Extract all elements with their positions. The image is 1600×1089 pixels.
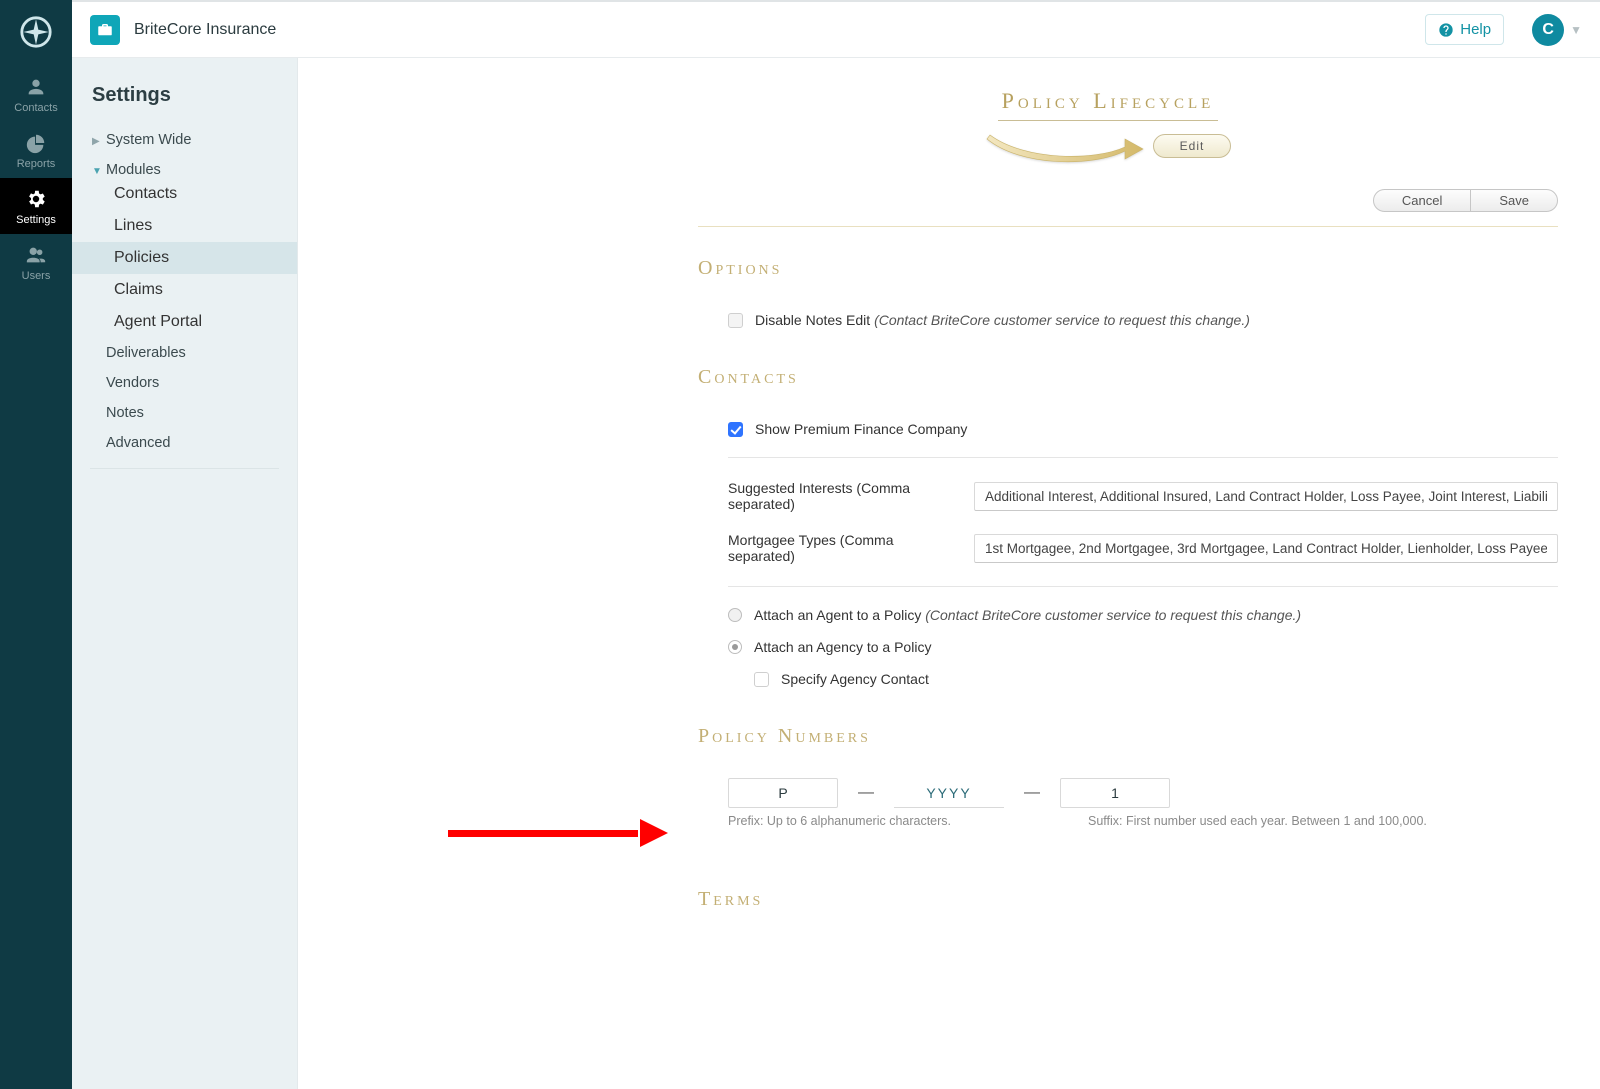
- settings-title: Settings: [72, 76, 297, 125]
- save-button[interactable]: Save: [1470, 189, 1558, 212]
- lifecycle-edit-button[interactable]: Edit: [1153, 134, 1232, 158]
- nav-notes[interactable]: Notes: [72, 398, 297, 428]
- brand-logo: [14, 10, 58, 54]
- section-terms: Terms: [698, 888, 1558, 911]
- policy-lifecycle-header: Policy Lifecycle Edit: [658, 88, 1558, 165]
- disable-notes-hint: (Contact BriteCore customer service to r…: [874, 312, 1250, 328]
- mortgagee-types-label: Mortgagee Types (Comma separated): [728, 532, 958, 564]
- cancel-button[interactable]: Cancel: [1373, 189, 1471, 212]
- policy-prefix-input[interactable]: [728, 778, 838, 808]
- rail-label: Users: [22, 270, 51, 282]
- nav-modules-lines[interactable]: Lines: [72, 210, 297, 242]
- action-row: CancelSave: [698, 189, 1558, 212]
- user-menu[interactable]: C ▼: [1532, 14, 1582, 46]
- settings-nav: Settings ▶System Wide ▼Modules Contacts …: [72, 58, 298, 1089]
- brand-title: BriteCore Insurance: [134, 21, 276, 39]
- briefcase-icon: [90, 15, 120, 45]
- prefix-help: Prefix: Up to 6 alphanumeric characters.: [728, 814, 1088, 828]
- attach-agent-label: Attach an Agent to a Policy: [754, 607, 921, 623]
- nav-advanced[interactable]: Advanced: [72, 428, 297, 458]
- rail-contacts[interactable]: Contacts: [0, 66, 72, 122]
- section-contacts: Contacts: [698, 366, 1558, 389]
- disable-notes-checkbox: [728, 313, 743, 328]
- left-rail: Contacts Reports Settings Users: [0, 0, 72, 1089]
- attach-agent-radio: [728, 608, 742, 622]
- dash-separator: —: [858, 784, 874, 802]
- specify-agency-contact-checkbox[interactable]: [754, 672, 769, 687]
- nav-system-wide[interactable]: ▶System Wide: [72, 125, 297, 155]
- rail-reports[interactable]: Reports: [0, 122, 72, 178]
- show-pfc-checkbox[interactable]: [728, 422, 743, 437]
- chevron-down-icon: ▼: [1570, 23, 1582, 37]
- lifecycle-title: Policy Lifecycle: [998, 88, 1219, 121]
- nav-vendors[interactable]: Vendors: [72, 368, 297, 398]
- specify-agency-contact-label: Specify Agency Contact: [781, 671, 929, 687]
- policy-suffix-input[interactable]: [1060, 778, 1170, 808]
- topbar: BriteCore Insurance Help C ▼: [72, 2, 1600, 58]
- disable-notes-label: Disable Notes Edit: [755, 312, 870, 328]
- caret-down-icon: ▼: [92, 166, 102, 177]
- nav-deliverables[interactable]: Deliverables: [72, 338, 297, 368]
- section-policy-numbers: Policy Numbers: [698, 725, 1558, 748]
- rail-users[interactable]: Users: [0, 234, 72, 290]
- nav-modules-contacts[interactable]: Contacts: [72, 178, 297, 210]
- rail-settings[interactable]: Settings: [0, 178, 72, 234]
- avatar: C: [1532, 14, 1564, 46]
- nav-modules-claims[interactable]: Claims: [72, 274, 297, 306]
- caret-right-icon: ▶: [92, 136, 102, 147]
- suggested-interests-input[interactable]: [974, 482, 1558, 511]
- policy-year-display: YYYY: [894, 779, 1004, 808]
- suggested-interests-label: Suggested Interests (Comma separated): [728, 480, 958, 512]
- show-pfc-label: Show Premium Finance Company: [755, 421, 967, 437]
- help-icon: [1438, 22, 1454, 38]
- annotation-arrow-icon: [448, 821, 668, 845]
- attach-agency-label: Attach an Agency to a Policy: [754, 639, 931, 655]
- rail-label: Settings: [16, 214, 56, 226]
- nav-modules-agent-portal[interactable]: Agent Portal: [72, 306, 297, 338]
- attach-agency-radio[interactable]: [728, 640, 742, 654]
- attach-agent-hint: (Contact BriteCore customer service to r…: [925, 607, 1301, 623]
- content-area: Policy Lifecycle Edit CancelSave Options: [298, 58, 1600, 1089]
- rail-label: Reports: [17, 158, 56, 170]
- rail-label: Contacts: [14, 102, 57, 114]
- mortgagee-types-input[interactable]: [974, 534, 1558, 563]
- arrow-swoosh-icon: [985, 127, 1145, 165]
- section-options: Options: [698, 257, 1558, 280]
- suffix-help: Suffix: First number used each year. Bet…: [1088, 814, 1427, 828]
- nav-modules-policies[interactable]: Policies: [72, 242, 297, 274]
- dash-separator: —: [1024, 784, 1040, 802]
- nav-modules[interactable]: ▼Modules: [72, 155, 297, 178]
- help-button[interactable]: Help: [1425, 14, 1504, 45]
